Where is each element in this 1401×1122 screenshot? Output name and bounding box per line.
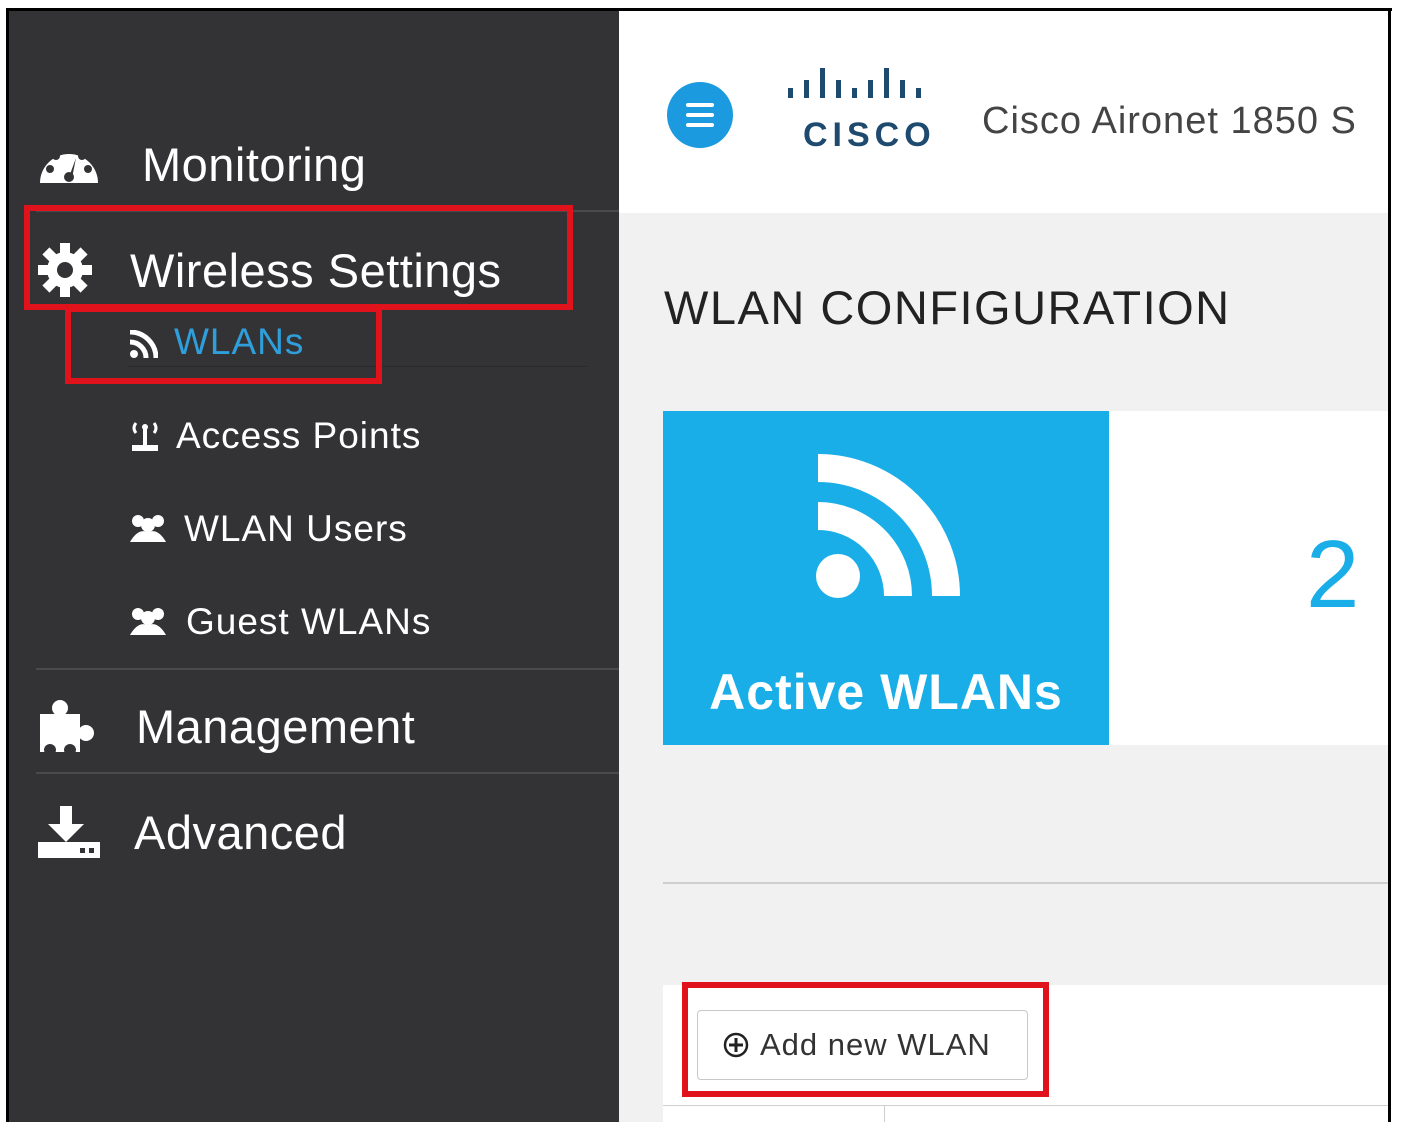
puzzle-icon — [36, 698, 98, 756]
app-window: Monitoring Wireless Settings WLANs Acces… — [0, 0, 1401, 1122]
page-title: WLAN CONFIGURATION — [664, 281, 1231, 334]
access-point-icon — [128, 419, 162, 453]
frame-border — [6, 8, 9, 1122]
highlight-box-wlans — [65, 306, 382, 384]
divider — [36, 668, 619, 670]
menu-line-icon — [686, 123, 714, 127]
sidebar-item-label: Management — [136, 699, 416, 753]
active-wlans-count: 2 — [1306, 521, 1360, 628]
menu-line-icon — [686, 113, 714, 117]
download-icon — [36, 804, 102, 860]
active-wlans-tile[interactable]: Active WLANs — [663, 411, 1109, 745]
frame-border — [6, 8, 1392, 11]
sidebar-item-advanced[interactable]: Advanced — [36, 800, 347, 864]
sidebar-item-access-points[interactable]: Access Points — [128, 412, 421, 460]
sidebar-item-wlan-users[interactable]: WLAN Users — [128, 505, 408, 553]
highlight-box-wireless-settings — [24, 205, 573, 310]
users-icon — [128, 512, 168, 546]
dashboard-icon — [36, 139, 102, 189]
sidebar-item-management[interactable]: Management — [36, 694, 415, 758]
sidebar-item-guest-wlans[interactable]: Guest WLANs — [128, 598, 431, 646]
highlight-box-add-new-wlan — [682, 982, 1049, 1097]
sidebar-item-label: Guest WLANs — [186, 601, 432, 642]
table-column-divider — [884, 1105, 885, 1122]
cisco-logo-icon — [788, 68, 921, 98]
frame-border — [1388, 8, 1391, 1122]
cisco-wordmark: CISCO — [803, 116, 936, 154]
tile-label: Active WLANs — [709, 664, 1063, 720]
app-title: Cisco Aironet 1850 S — [982, 100, 1357, 142]
menu-line-icon — [686, 103, 714, 107]
table-header-border — [663, 1105, 1388, 1106]
sidebar-item-label: Access Points — [176, 415, 422, 456]
sidebar-item-label: Monitoring — [142, 137, 367, 191]
sidebar-item-monitoring[interactable]: Monitoring — [36, 132, 366, 196]
sidebar-item-label: Advanced — [134, 805, 348, 859]
users-icon — [128, 605, 168, 639]
divider — [36, 772, 619, 774]
menu-toggle-button[interactable] — [667, 82, 733, 148]
sidebar-item-label: WLAN Users — [184, 508, 408, 549]
wifi-icon — [816, 454, 960, 598]
divider — [663, 882, 1388, 884]
